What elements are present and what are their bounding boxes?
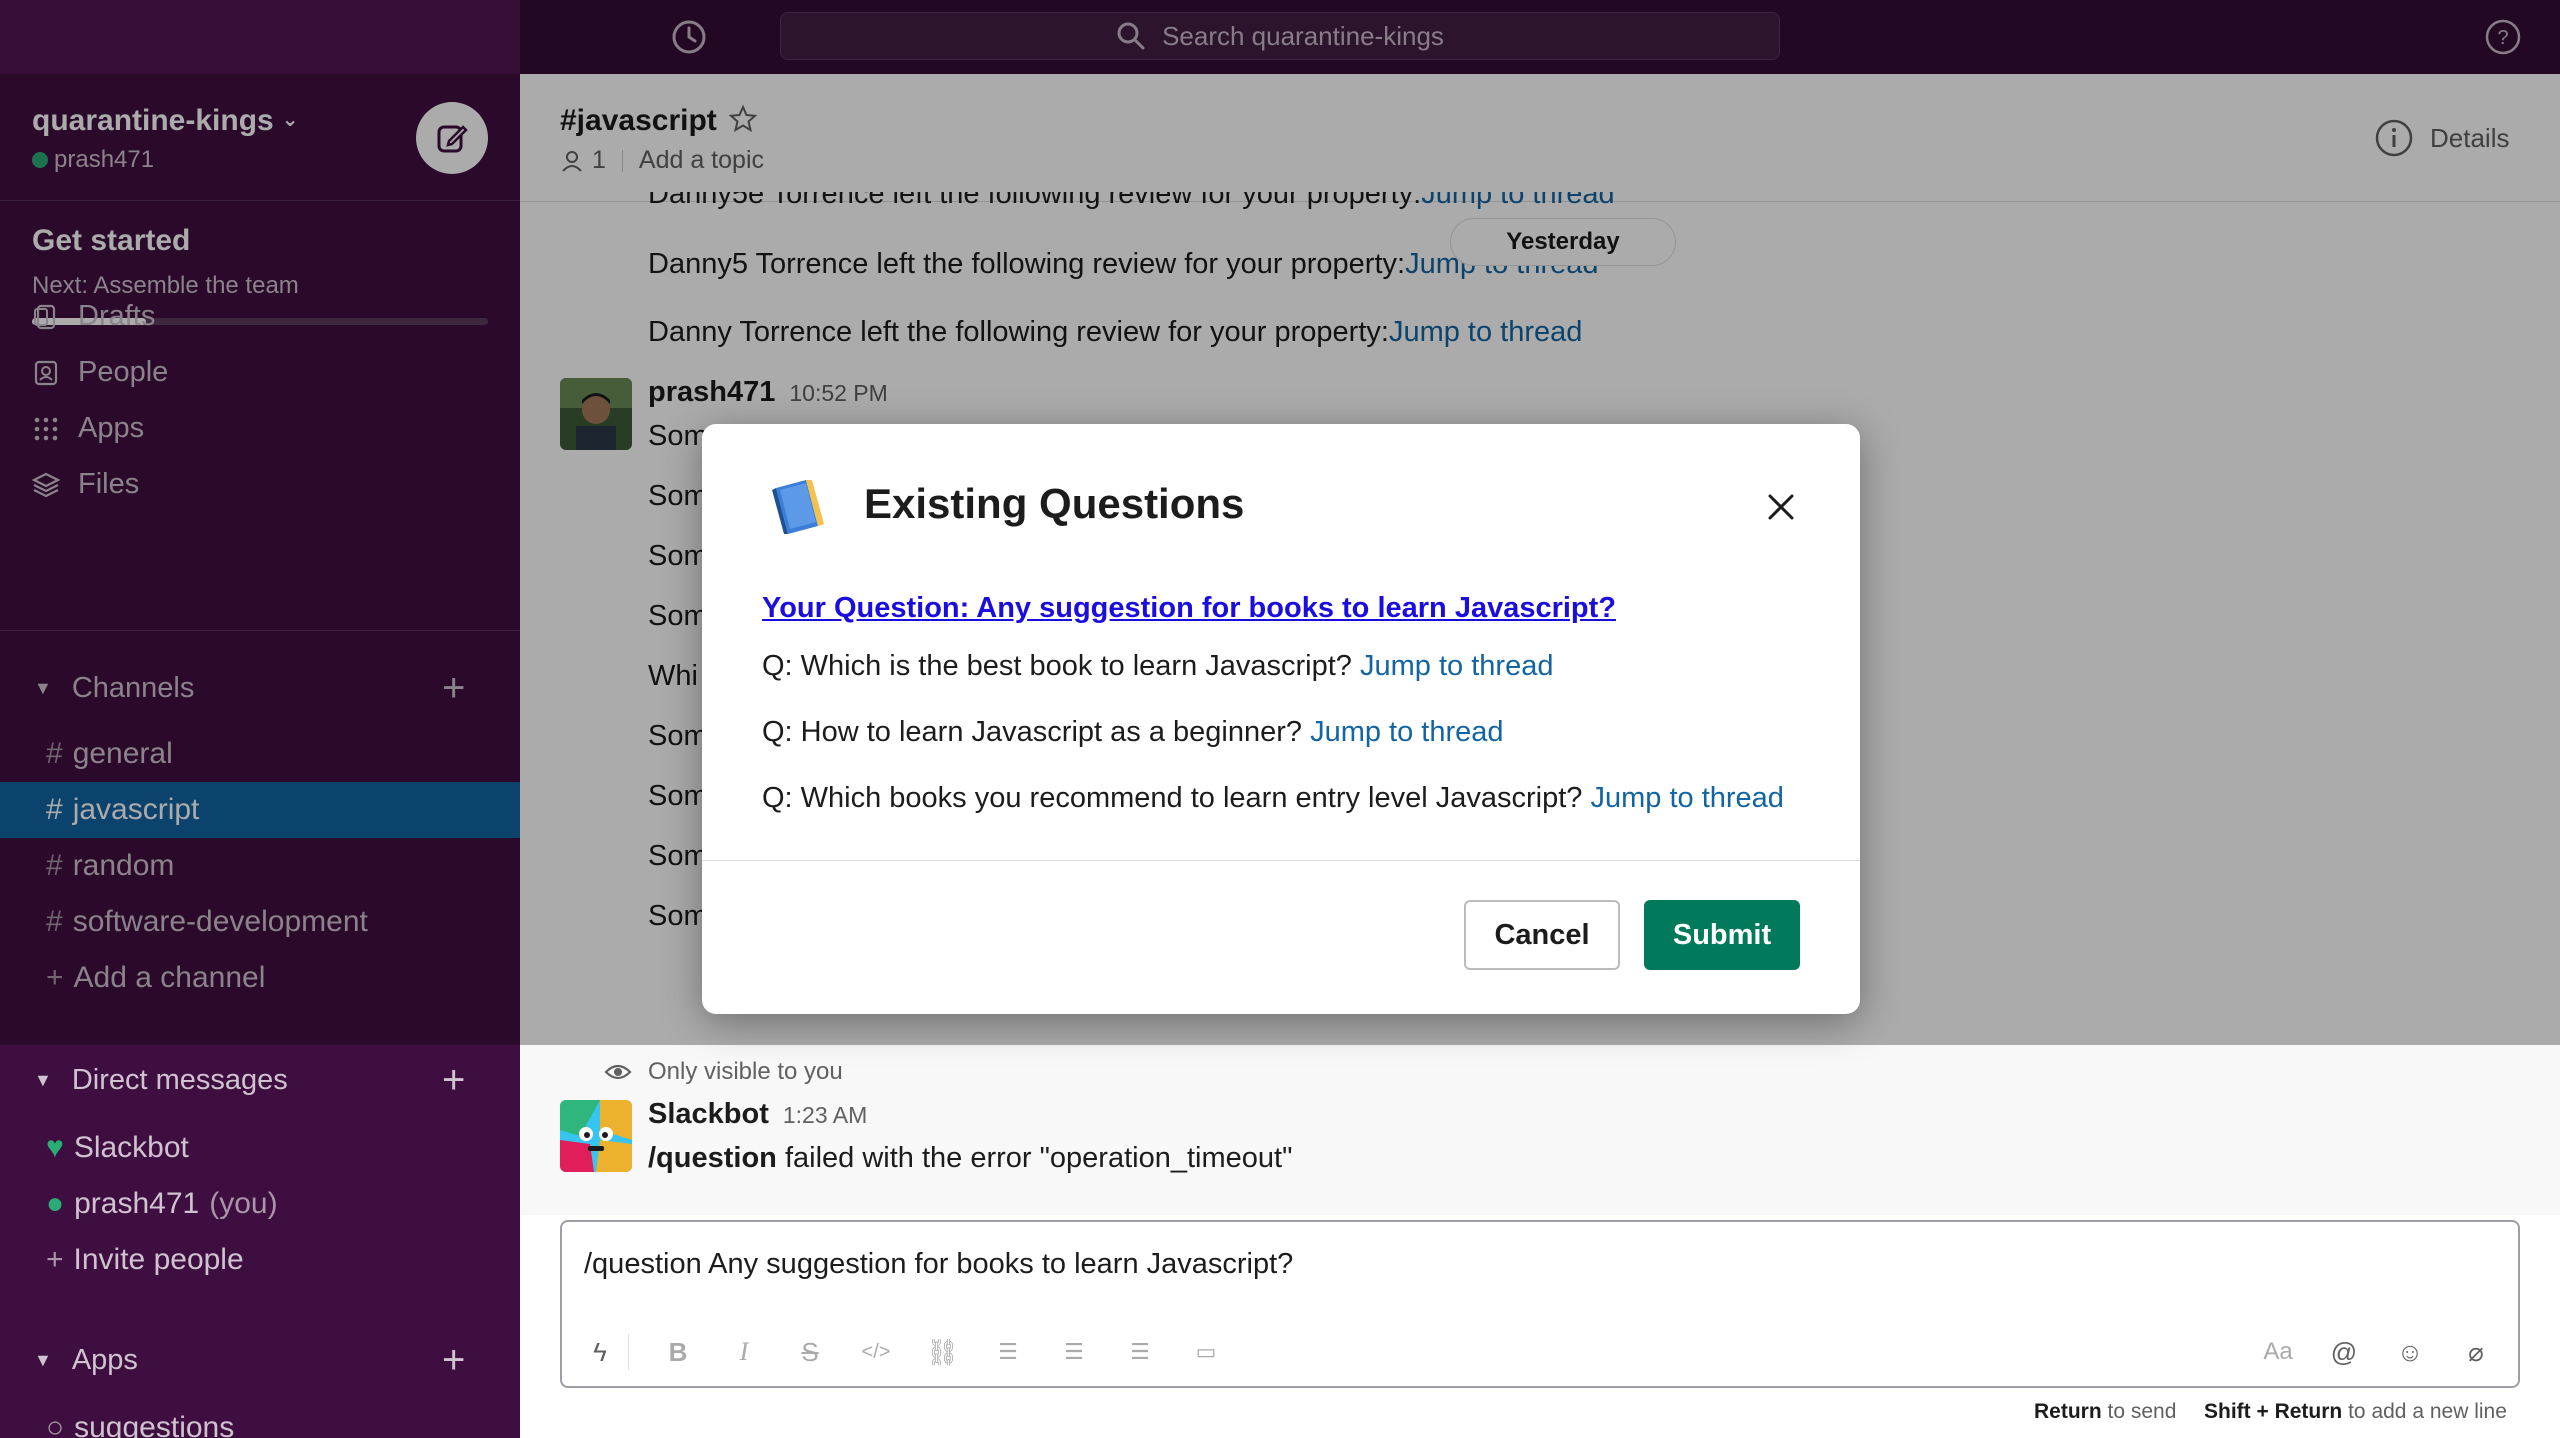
close-icon[interactable] [1762, 488, 1800, 526]
error-message: /question failed with the error "operati… [648, 1142, 1293, 1174]
jump-to-thread-link[interactable]: Jump to thread [1590, 782, 1783, 814]
strikethrough-icon[interactable]: S [794, 1336, 826, 1368]
add-app-plus-icon[interactable]: + [442, 1340, 465, 1380]
existing-questions-modal: Existing Questions Your Question: Any su… [702, 424, 1860, 1014]
bold-icon[interactable]: B [662, 1336, 694, 1368]
formatting-aa-icon[interactable]: Aa [2262, 1336, 2294, 1368]
heart-icon: ♥ [46, 1131, 64, 1164]
blue-book-icon [772, 480, 824, 534]
caret-down-icon: ▼ [34, 1350, 52, 1370]
mention-icon[interactable]: @ [2328, 1336, 2360, 1368]
modal-backdrop-sidebar[interactable] [0, 74, 520, 1045]
existing-question-item: Q: Which is the best book to learn Javas… [762, 650, 1554, 682]
link-icon[interactable]: ⛓ [926, 1336, 959, 1368]
caret-down-icon: ▼ [34, 1070, 52, 1090]
sidebar-item-suggestions[interactable]: ○ suggestions [0, 1400, 520, 1438]
presence-icon: ● [46, 1187, 65, 1220]
jump-to-thread-link[interactable]: Jump to thread [1360, 650, 1553, 682]
modal-title: Existing Questions [864, 480, 1245, 527]
message-composer[interactable]: /question Any suggestion for books to le… [560, 1220, 2520, 1388]
bulleted-list-icon[interactable]: ☰ [1058, 1336, 1090, 1368]
apps-section-header[interactable]: ▼ Apps [34, 1344, 138, 1377]
cancel-button[interactable]: Cancel [1464, 900, 1620, 970]
italic-icon[interactable]: I [728, 1336, 760, 1368]
message-timestamp[interactable]: 1:23 AM [783, 1102, 867, 1128]
toolbar-divider [628, 1334, 629, 1370]
command-name: /question [648, 1142, 777, 1174]
dm-slackbot[interactable]: ♥ Slackbot [0, 1120, 520, 1176]
dm-self[interactable]: ● prash471 (you) [0, 1176, 520, 1232]
code-icon[interactable]: </> [860, 1336, 892, 1368]
composer-toolbar: ϟ B I S </> ⛓ ☰ ☰ ☰ ▭ Aa @ ☺ ⌀ [562, 1322, 2518, 1386]
modal-footer-divider [702, 860, 1860, 861]
shortcuts-bolt-icon[interactable]: ϟ [584, 1336, 616, 1368]
composer-input[interactable]: /question Any suggestion for books to le… [584, 1248, 1293, 1281]
dm-section-header[interactable]: ▼ Direct messages [34, 1064, 288, 1097]
app-status-icon: ○ [46, 1411, 65, 1438]
your-question-link[interactable]: Your Question: Any suggestion for books … [762, 592, 1616, 625]
eye-icon [604, 1064, 632, 1080]
only-visible-note: Only visible to you [604, 1058, 843, 1086]
message-author[interactable]: Slackbot 1:23 AM [648, 1098, 867, 1131]
send-hint: Return to send [2034, 1400, 2177, 1423]
submit-button[interactable]: Submit [1644, 900, 1800, 970]
invite-people-link[interactable]: + Invite people [0, 1232, 520, 1288]
jump-to-thread-link[interactable]: Jump to thread [1310, 716, 1503, 748]
existing-question-item: Q: Which books you recommend to learn en… [762, 782, 1784, 814]
emoji-icon[interactable]: ☺ [2394, 1336, 2426, 1368]
attach-paperclip-icon[interactable]: ⌀ [2460, 1336, 2492, 1368]
newline-hint: Shift + Return to add a new line [2204, 1400, 2507, 1423]
plus-icon: + [46, 1243, 64, 1276]
blockquote-icon[interactable]: ☰ [1124, 1336, 1156, 1368]
add-dm-plus-icon[interactable]: + [442, 1060, 465, 1100]
existing-question-item: Q: How to learn Javascript as a beginner… [762, 716, 1504, 748]
ordered-list-icon[interactable]: ☰ [992, 1336, 1024, 1368]
slackbot-avatar[interactable] [560, 1100, 632, 1172]
code-block-icon[interactable]: ▭ [1190, 1336, 1222, 1368]
